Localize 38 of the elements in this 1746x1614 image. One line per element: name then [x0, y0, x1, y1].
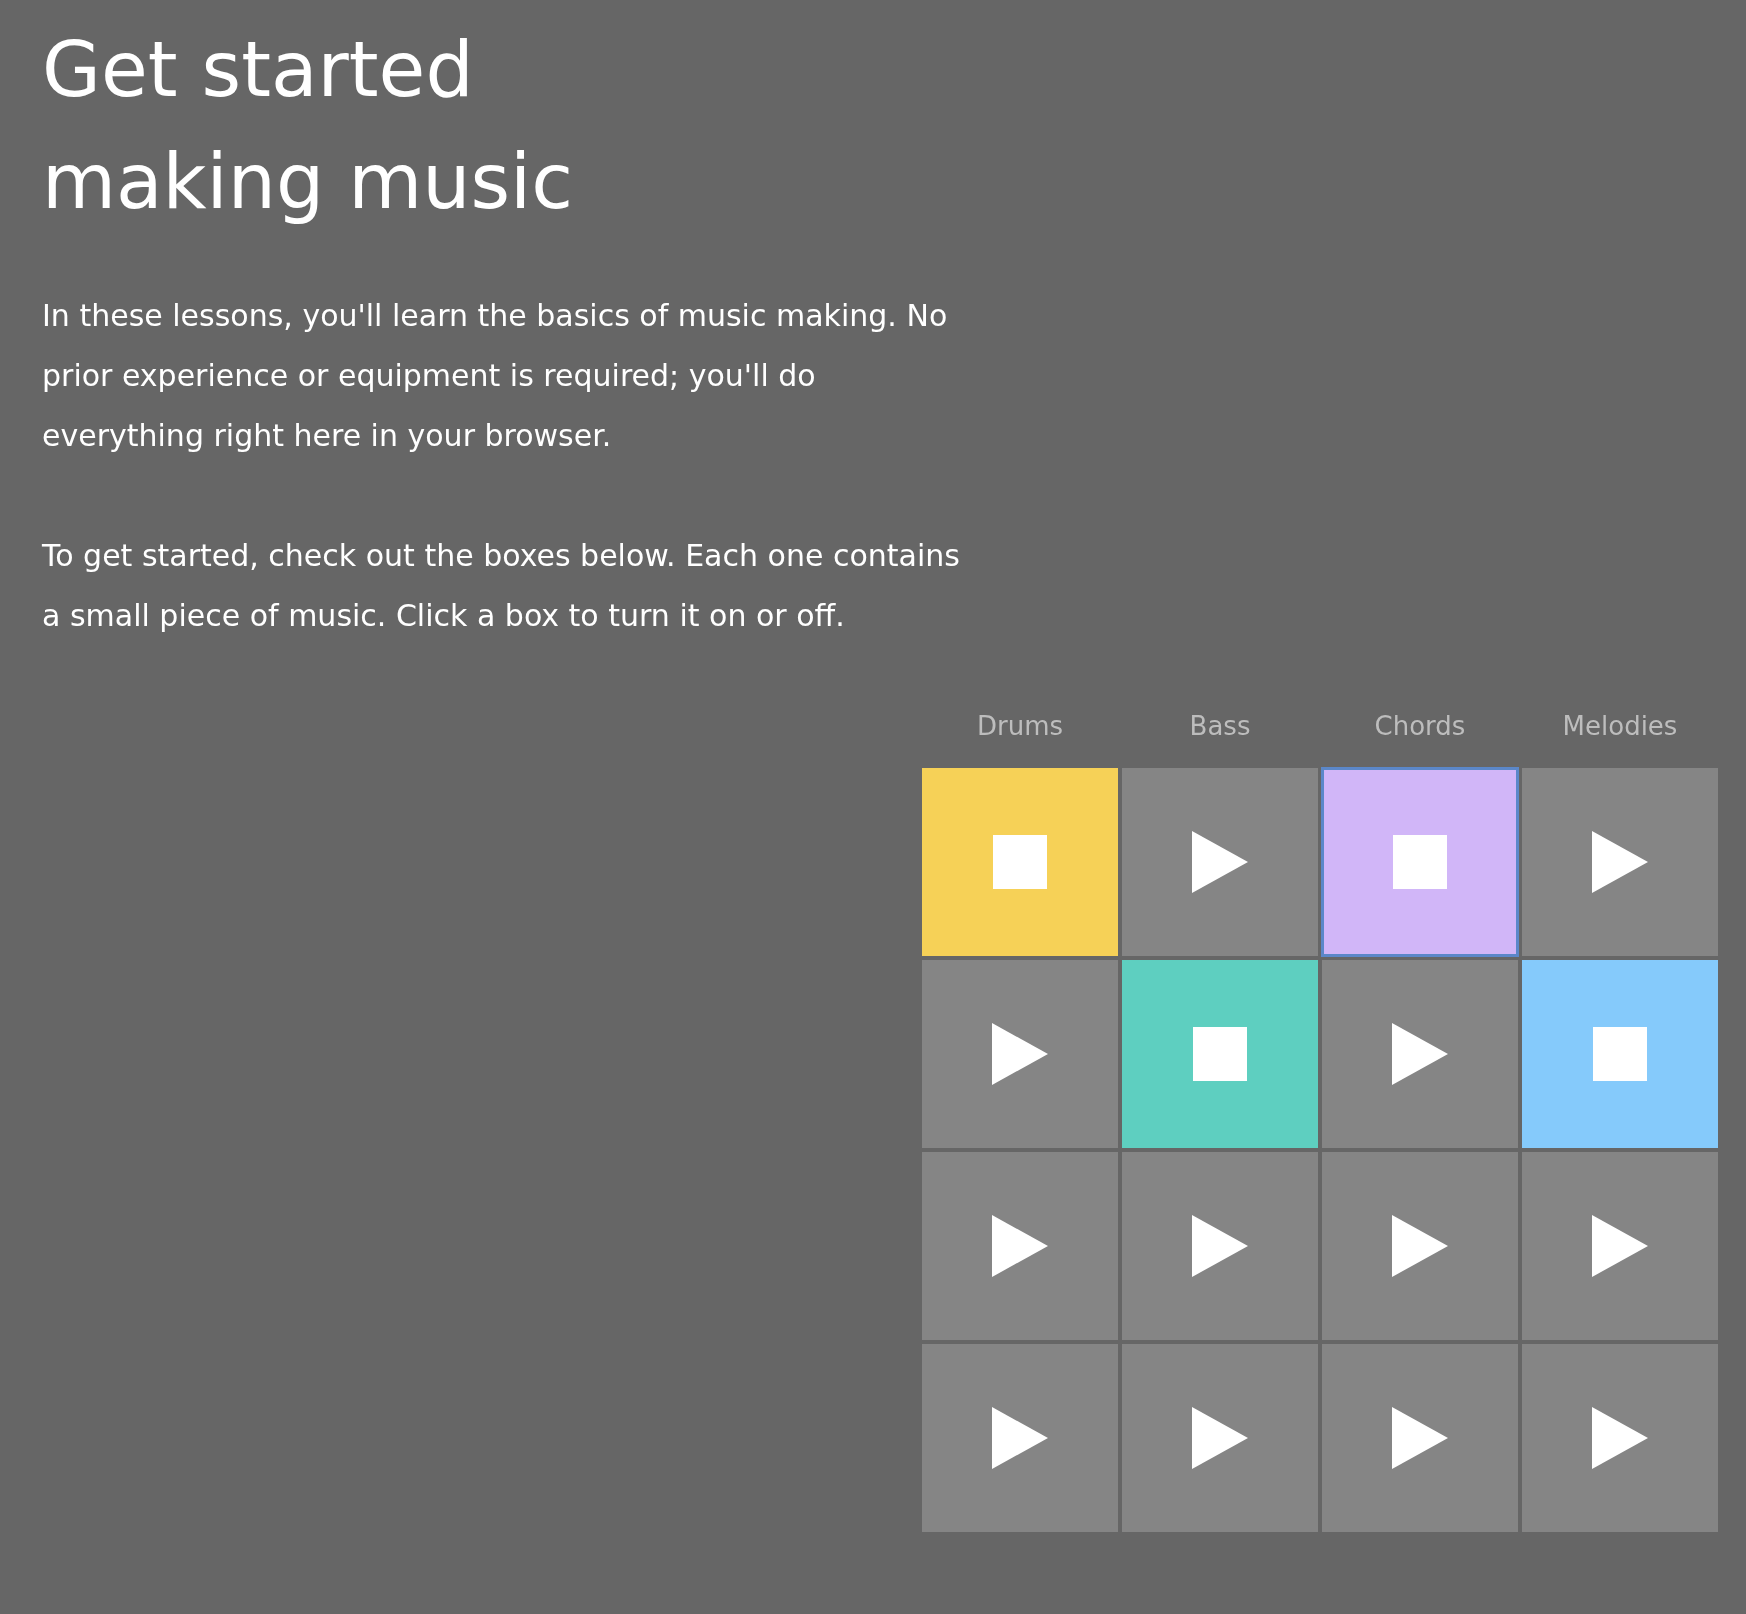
- stop-icon: [1593, 1027, 1647, 1081]
- loop-pad[interactable]: [1122, 960, 1318, 1148]
- loop-pad[interactable]: [922, 1152, 1118, 1340]
- loop-pad[interactable]: [1522, 768, 1718, 956]
- loop-pad[interactable]: [922, 1344, 1118, 1532]
- loop-pad[interactable]: [1522, 1344, 1718, 1532]
- play-icon: [1392, 1023, 1448, 1085]
- column-label: Drums: [976, 710, 1064, 743]
- column-label: Chords: [1374, 710, 1466, 743]
- play-icon: [1392, 1407, 1448, 1469]
- intro-paragraph: To get started, check out the boxes below. Each one contains a small piece of music. Click a box to turn it on or off.: [42, 537, 961, 635]
- play-icon: [992, 1215, 1048, 1277]
- play-icon: [992, 1407, 1048, 1469]
- play-icon: [1592, 1215, 1648, 1277]
- play-icon: [992, 1023, 1048, 1085]
- stop-icon: [1393, 835, 1447, 889]
- loop-pad[interactable]: [1522, 1152, 1718, 1340]
- play-icon: [1592, 831, 1648, 893]
- loop-pad[interactable]: [922, 960, 1118, 1148]
- play-icon: [1392, 1215, 1448, 1277]
- loop-pad[interactable]: [1322, 1152, 1518, 1340]
- column-label: Bass: [1189, 710, 1251, 743]
- loop-pad[interactable]: [1322, 960, 1518, 1148]
- loop-pad[interactable]: [1322, 1344, 1518, 1532]
- loop-pad[interactable]: [1122, 1152, 1318, 1340]
- column-label: Melodies: [1562, 710, 1678, 743]
- loop-pad[interactable]: [1322, 768, 1518, 956]
- play-icon: [1592, 1407, 1648, 1469]
- play-icon: [1192, 1407, 1248, 1469]
- page-heading: making music: [42, 136, 573, 228]
- stop-icon: [1193, 1027, 1247, 1081]
- loop-pad[interactable]: [1122, 768, 1318, 956]
- intro-paragraph: In these lessons, you'll learn the basics of music making. No prior experience or equipment is required; you'll do everything right here in your browser.: [42, 297, 949, 455]
- play-icon: [1192, 831, 1248, 893]
- stop-icon: [993, 835, 1047, 889]
- page-heading: Get started: [42, 24, 474, 116]
- play-icon: [1192, 1215, 1248, 1277]
- loop-pad[interactable]: [1122, 1344, 1318, 1532]
